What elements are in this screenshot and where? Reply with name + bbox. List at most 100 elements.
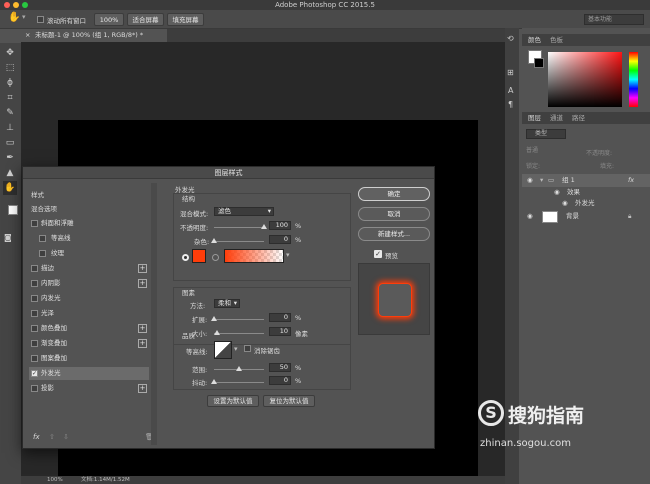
new-style-button[interactable]: 新建样式... — [358, 227, 430, 241]
solid-color-radio[interactable] — [182, 254, 189, 261]
contour-picker[interactable] — [214, 341, 232, 359]
style-checkbox[interactable] — [39, 235, 46, 242]
chevron-down-icon[interactable]: ▾ — [22, 13, 26, 21]
tab-close-icon[interactable]: × — [25, 29, 30, 42]
style-item[interactable]: 投影 + — [29, 382, 149, 395]
pen-tool-icon[interactable]: ✒ — [3, 151, 17, 165]
move-up-icon[interactable]: ⇧ — [49, 433, 55, 441]
eraser-tool-icon[interactable]: ▭ — [3, 136, 17, 150]
style-checkbox[interactable] — [31, 355, 38, 362]
style-checkbox[interactable] — [31, 325, 38, 332]
style-item[interactable]: 光泽 — [29, 307, 149, 320]
style-item[interactable]: 斜面和浮雕 — [29, 217, 149, 230]
hand-tool-icon[interactable]: ✋ — [8, 12, 20, 23]
style-item[interactable]: 内阴影 + — [29, 277, 149, 290]
spread-slider-knob[interactable] — [211, 316, 217, 321]
tab-swatches[interactable]: 色板 — [550, 34, 563, 46]
zoom-window-icon[interactable] — [22, 2, 28, 8]
cancel-button[interactable]: 取消 — [358, 207, 430, 221]
add-style-icon[interactable]: + — [138, 384, 147, 393]
layer-kind-filter[interactable]: 类型 — [526, 129, 566, 139]
set-default-button[interactable]: 设置为默认值 — [207, 395, 259, 407]
lasso-tool-icon[interactable]: ϕ — [3, 76, 17, 90]
style-checkbox[interactable]: ✓ — [31, 370, 38, 377]
style-item[interactable]: 描边 + — [29, 262, 149, 275]
fit-screen-button[interactable]: 适合屏幕 — [127, 13, 164, 26]
brush-tool-icon[interactable]: ✎ — [3, 106, 17, 120]
add-style-icon[interactable]: + — [138, 339, 147, 348]
noise-field[interactable]: 0 — [269, 235, 291, 244]
add-style-icon[interactable]: + — [138, 279, 147, 288]
chevron-down-icon[interactable]: ▾ — [286, 251, 290, 259]
fx-menu-button[interactable]: fx — [33, 433, 40, 441]
workspace-selector[interactable]: 基本功能 — [584, 14, 644, 25]
tab-paths[interactable]: 路径 — [572, 112, 585, 124]
tab-color[interactable]: 颜色 — [528, 34, 541, 46]
gradient-radio[interactable] — [212, 254, 219, 261]
layer-row-background[interactable]: ◉ 背景 🔒︎ — [522, 209, 650, 225]
blending-options-item[interactable]: 混合选项 — [31, 203, 57, 213]
tab-layers[interactable]: 图层 — [528, 112, 541, 124]
opacity-field[interactable]: 100 — [269, 221, 291, 230]
chevron-down-icon[interactable]: ▾ — [234, 345, 238, 353]
marquee-tool-icon[interactable]: ⬚ — [3, 61, 17, 75]
technique-select[interactable]: 柔和 ▾ — [214, 299, 240, 308]
styles-scrollbar[interactable] — [151, 183, 157, 445]
select-tool-icon[interactable]: ▲ — [3, 166, 17, 180]
visibility-eye-icon[interactable]: ◉ — [527, 210, 533, 223]
reset-default-button[interactable]: 复位为默认值 — [263, 395, 315, 407]
range-slider-knob[interactable] — [236, 366, 242, 371]
opacity-slider-knob[interactable] — [261, 224, 267, 229]
style-checkbox[interactable] — [31, 310, 38, 317]
properties-icon[interactable]: ⊞ — [507, 68, 514, 77]
antialias-checkbox[interactable] — [244, 345, 251, 352]
hand-tool-icon[interactable]: ✋ — [3, 181, 17, 195]
jitter-slider-knob[interactable] — [211, 379, 217, 384]
noise-slider-knob[interactable] — [211, 238, 217, 243]
style-item[interactable]: 纹理 — [29, 247, 149, 260]
crop-tool-icon[interactable]: ⌗ — [3, 91, 17, 105]
noise-slider[interactable] — [214, 241, 264, 242]
style-checkbox[interactable] — [31, 220, 38, 227]
quick-mask-icon[interactable]: ◙ — [4, 233, 12, 242]
close-window-icon[interactable] — [4, 2, 10, 8]
glow-color-swatch[interactable] — [192, 249, 206, 263]
stamp-tool-icon[interactable]: ⊥ — [3, 121, 17, 135]
spread-slider[interactable] — [214, 319, 264, 320]
fill-screen-button[interactable]: 填充屏幕 — [167, 13, 204, 26]
hue-slider[interactable] — [629, 52, 638, 107]
glow-gradient-picker[interactable] — [224, 249, 284, 263]
spread-field[interactable]: 0 — [269, 313, 291, 322]
range-field[interactable]: 50 — [269, 363, 291, 372]
tab-untitled-1[interactable]: × 未标题-1 @ 100% (组 1, RGB/8*) * — [21, 29, 167, 42]
preview-checkbox[interactable]: ✓ — [374, 250, 382, 258]
jitter-slider[interactable] — [214, 382, 264, 383]
style-checkbox[interactable] — [39, 250, 46, 257]
color-field[interactable] — [548, 52, 622, 107]
foreground-color-swatch[interactable] — [8, 205, 18, 215]
style-checkbox[interactable] — [31, 295, 38, 302]
style-item[interactable]: 内发光 — [29, 292, 149, 305]
zoom-100-button[interactable]: 100% — [94, 13, 124, 26]
paragraph-icon[interactable]: ¶ — [508, 100, 513, 109]
styles-header[interactable]: 样式 — [31, 189, 44, 199]
style-checkbox[interactable] — [31, 385, 38, 392]
style-item[interactable]: 等高线 — [29, 232, 149, 245]
add-style-icon[interactable]: + — [138, 264, 147, 273]
blend-mode-select[interactable]: 普通 — [526, 146, 566, 156]
style-checkbox[interactable] — [31, 265, 38, 272]
style-item[interactable]: 图案叠加 — [29, 352, 149, 365]
style-item[interactable]: 渐变叠加 + — [29, 337, 149, 350]
character-icon[interactable]: A — [508, 86, 513, 95]
jitter-field[interactable]: 0 — [269, 376, 291, 385]
opacity-slider[interactable] — [214, 227, 264, 228]
ok-button[interactable]: 确定 — [358, 187, 430, 201]
color-bg-swatch[interactable] — [534, 58, 544, 68]
glow-blend-mode-select[interactable]: 滤色 ▾ — [214, 207, 274, 216]
style-checkbox[interactable] — [31, 340, 38, 347]
move-tool-icon[interactable]: ✥ — [3, 46, 17, 60]
add-style-icon[interactable]: + — [138, 324, 147, 333]
style-item[interactable]: 颜色叠加 + — [29, 322, 149, 335]
scroll-all-checkbox[interactable] — [37, 16, 44, 23]
style-item[interactable]: ✓ 外发光 — [29, 367, 149, 380]
